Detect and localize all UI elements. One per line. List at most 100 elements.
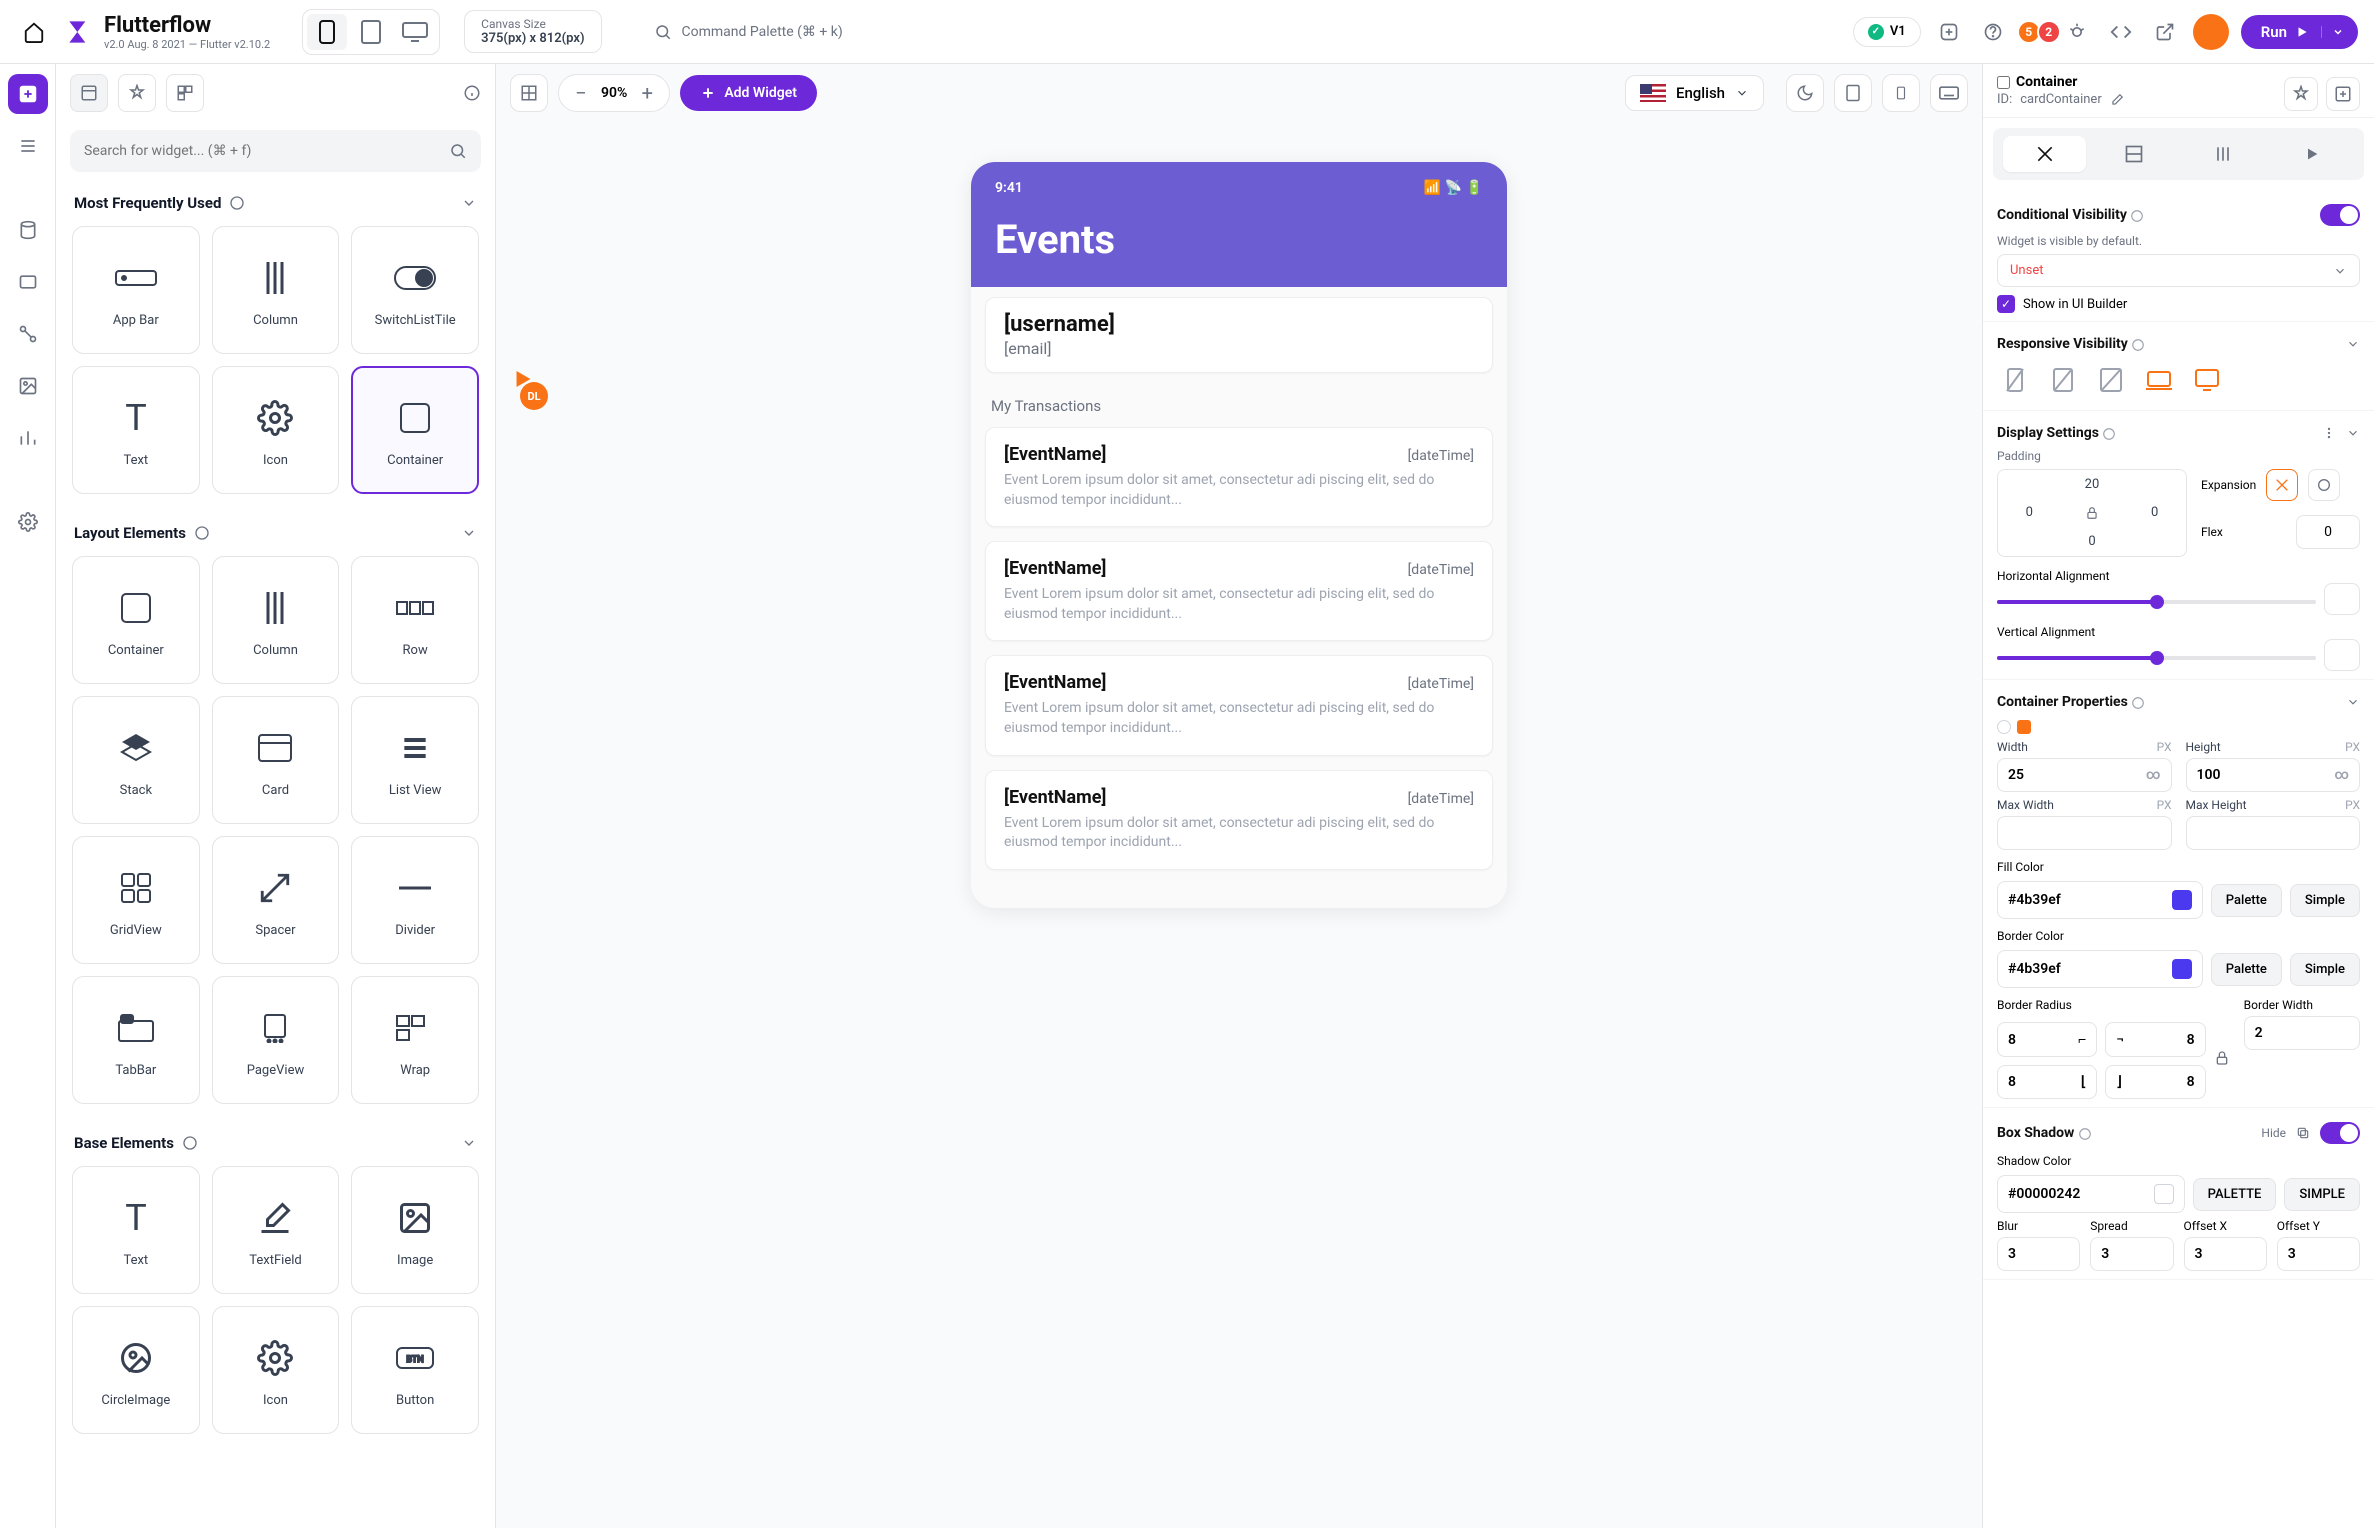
widget-item-container[interactable]: Container	[72, 556, 200, 684]
resp-laptop-on[interactable]	[2143, 364, 2175, 396]
preview-tablet-button[interactable]	[1834, 74, 1872, 112]
h-alignment-slider[interactable]	[1997, 600, 2316, 604]
box-shadow-toggle[interactable]	[2320, 1122, 2360, 1144]
phone-preview[interactable]: 9:41 📶 📡 🔋 Events [username] [email] My …	[971, 162, 1507, 908]
border-simple-button[interactable]: Simple	[2290, 953, 2360, 986]
infinity-icon[interactable]: ∞	[2146, 767, 2161, 783]
rail-settings-button[interactable]	[8, 502, 48, 542]
lock-icon[interactable]	[2085, 506, 2099, 520]
resp-tablet-off[interactable]	[2047, 364, 2079, 396]
offset-x-input[interactable]: 3	[2184, 1237, 2267, 1271]
lock-icon[interactable]	[2214, 1050, 2230, 1066]
widget-item-button[interactable]: BTNButton	[351, 1306, 479, 1434]
widget-item-gridview[interactable]: GridView	[72, 836, 200, 964]
shape-rect-button[interactable]	[2017, 720, 2031, 734]
zoom-out-button[interactable]: −	[567, 79, 595, 107]
rail-media-button[interactable]	[8, 366, 48, 406]
component-button[interactable]	[2326, 77, 2360, 111]
device-desktop-button[interactable]	[395, 14, 435, 50]
widget-item-spacer[interactable]: Spacer	[212, 836, 340, 964]
widget-item-app-bar[interactable]: App Bar	[72, 226, 200, 354]
fill-color-input[interactable]: #4b39ef	[1997, 881, 2203, 919]
tab-actions[interactable]	[2182, 136, 2265, 172]
tab-animations[interactable]	[2271, 136, 2354, 172]
widget-item-stack[interactable]: Stack	[72, 696, 200, 824]
zoom-in-button[interactable]: +	[633, 79, 661, 107]
resp-tablet2-off[interactable]	[2095, 364, 2127, 396]
open-external-button[interactable]	[2149, 16, 2181, 48]
run-button[interactable]: Run	[2241, 15, 2358, 49]
event-card[interactable]: [EventName][dateTime]Event Lorem ipsum d…	[985, 655, 1493, 755]
border-width-input[interactable]: 2	[2244, 1016, 2360, 1050]
border-color-input[interactable]: #4b39ef	[1997, 950, 2203, 988]
widget-item-text[interactable]: TText	[72, 366, 200, 494]
canvas-size-display[interactable]: Canvas Size 375(px) x 812(px)	[464, 10, 601, 53]
widget-item-column[interactable]: Column	[212, 556, 340, 684]
max-width-input[interactable]	[1997, 816, 2172, 850]
rail-widgets-button[interactable]	[8, 74, 48, 114]
widget-item-image[interactable]: Image	[351, 1166, 479, 1294]
event-card[interactable]: [EventName][dateTime]Event Lorem ipsum d…	[985, 427, 1493, 527]
palette-mode-widgets[interactable]	[70, 74, 108, 112]
blur-input[interactable]: 3	[1997, 1237, 2080, 1271]
widget-item-divider[interactable]: Divider	[351, 836, 479, 964]
version-chip[interactable]: ✓V1	[1853, 17, 1921, 47]
v-alignment-slider[interactable]	[1997, 656, 2316, 660]
radius-bl-input[interactable]: 8⌊	[1997, 1065, 2097, 1099]
rail-tree-button[interactable]	[8, 126, 48, 166]
add-widget-button[interactable]: Add Widget	[680, 75, 817, 111]
shadow-color-input[interactable]: #00000242	[1997, 1175, 2185, 1213]
visibility-condition-select[interactable]: Unset	[1997, 254, 2360, 287]
fill-palette-button[interactable]: Palette	[2211, 884, 2282, 917]
device-tablet-button[interactable]	[351, 14, 391, 50]
widget-item-icon[interactable]: Icon	[212, 366, 340, 494]
flex-input[interactable]: 0	[2296, 515, 2360, 549]
palette-mode-theme[interactable]	[118, 74, 156, 112]
widget-item-column[interactable]: Column	[212, 226, 340, 354]
widget-item-card[interactable]: Card	[212, 696, 340, 824]
widget-item-circleimage[interactable]: CircleImage	[72, 1306, 200, 1434]
section-base-elements[interactable]: Base Elements	[56, 1120, 495, 1160]
home-button[interactable]	[16, 14, 52, 50]
section-most-frequently-used[interactable]: Most Frequently Used	[56, 180, 495, 220]
h-alignment-input[interactable]	[2324, 583, 2360, 615]
widget-item-pageview[interactable]: PageView	[212, 976, 340, 1104]
device-mobile-button[interactable]	[307, 14, 347, 50]
copy-icon[interactable]	[2296, 1126, 2310, 1140]
widget-search[interactable]	[70, 130, 481, 172]
padding-control[interactable]: 20 0 0 0	[1997, 469, 2187, 557]
radius-tr-input[interactable]: ¬8	[2105, 1022, 2205, 1057]
event-card[interactable]: [EventName][dateTime]Event Lorem ipsum d…	[985, 770, 1493, 870]
widget-item-switchlisttile[interactable]: SwitchListTile	[351, 226, 479, 354]
preview-mobile-button[interactable]	[1882, 74, 1920, 112]
user-avatar[interactable]	[2193, 14, 2229, 50]
info-icon[interactable]	[463, 84, 481, 102]
conditional-visibility-toggle[interactable]	[2320, 204, 2360, 226]
widget-item-wrap[interactable]: Wrap	[351, 976, 479, 1104]
shape-circle-button[interactable]	[1997, 720, 2011, 734]
rail-analytics-button[interactable]	[8, 418, 48, 458]
palette-mode-components[interactable]	[166, 74, 204, 112]
resp-mobile-off[interactable]	[1999, 364, 2031, 396]
width-input[interactable]: 25∞	[1997, 758, 2172, 792]
shadow-simple-button[interactable]: SIMPLE	[2284, 1178, 2360, 1211]
rail-storage-button[interactable]	[8, 262, 48, 302]
theme-button[interactable]	[2284, 77, 2318, 111]
keyboard-button[interactable]	[1930, 74, 1968, 112]
chevron-down-icon[interactable]	[2346, 695, 2360, 709]
widget-search-input[interactable]	[84, 143, 439, 159]
widget-item-row[interactable]: Row	[351, 556, 479, 684]
help-button[interactable]	[1977, 16, 2009, 48]
expansion-on-button[interactable]	[2308, 469, 2340, 501]
infinity-icon[interactable]: ∞	[2334, 767, 2349, 783]
canvas-grid-button[interactable]	[510, 74, 548, 112]
edit-icon[interactable]	[2110, 93, 2124, 107]
tab-properties[interactable]	[2003, 136, 2086, 172]
more-icon[interactable]	[2322, 426, 2336, 440]
widget-item-container[interactable]: Container	[351, 366, 479, 494]
section-layout-elements[interactable]: Layout Elements	[56, 510, 495, 550]
issues-badges[interactable]: 5 2	[2021, 16, 2093, 48]
chevron-down-icon[interactable]	[2346, 337, 2360, 351]
spread-input[interactable]: 3	[2090, 1237, 2173, 1271]
widget-select-checkbox[interactable]	[1997, 76, 2010, 89]
